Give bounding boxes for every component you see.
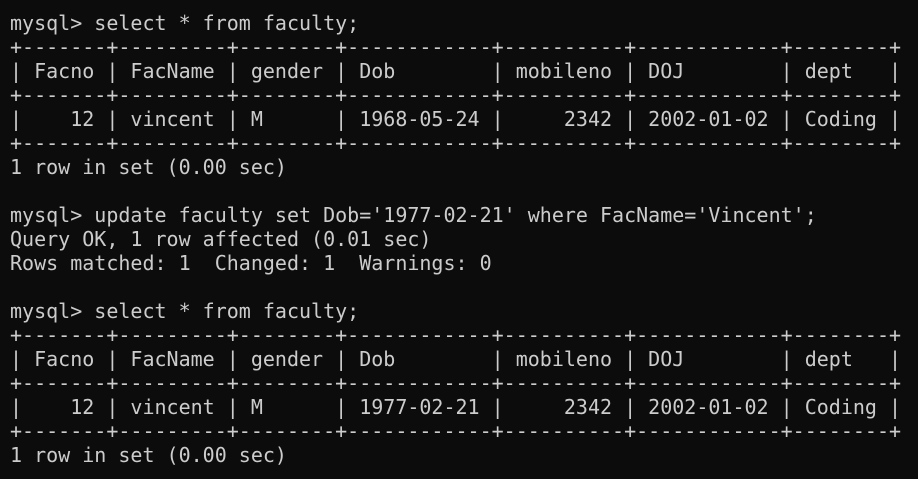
result-summary-2: 1 row in set (0.00 sec) — [10, 443, 287, 467]
table-border-mid-2: +-------+---------+--------+------------… — [10, 371, 902, 395]
result-summary-1: 1 row in set (0.00 sec) — [10, 155, 287, 179]
table-border-bottom-1: +-------+---------+--------+------------… — [10, 131, 902, 155]
prompt-command-select-1: mysql> select * from faculty; — [10, 11, 360, 35]
update-result: Query OK, 1 row affected (0.01 sec) — [10, 227, 432, 251]
terminal-window[interactable]: mysql> select * from faculty; +-------+-… — [0, 0, 918, 479]
table-row-1: | 12 | vincent | M | 1968-05-24 | 2342 |… — [10, 107, 902, 131]
prompt-command-select-2: mysql> select * from faculty; — [10, 299, 360, 323]
table-border-bottom-2: +-------+---------+--------+------------… — [10, 419, 902, 443]
table-border-top-1: +-------+---------+--------+------------… — [10, 35, 902, 59]
table-row-2: | 12 | vincent | M | 1977-02-21 | 2342 |… — [10, 395, 902, 419]
table-header-row-1: | Facno | FacName | gender | Dob | mobil… — [10, 59, 902, 83]
table-border-mid-1: +-------+---------+--------+------------… — [10, 83, 902, 107]
update-rows-matched: Rows matched: 1 Changed: 1 Warnings: 0 — [10, 251, 492, 275]
table-header-row-2: | Facno | FacName | gender | Dob | mobil… — [10, 347, 902, 371]
table-border-top-2: +-------+---------+--------+------------… — [10, 323, 902, 347]
prompt-command-update: mysql> update faculty set Dob='1977-02-2… — [10, 203, 817, 227]
